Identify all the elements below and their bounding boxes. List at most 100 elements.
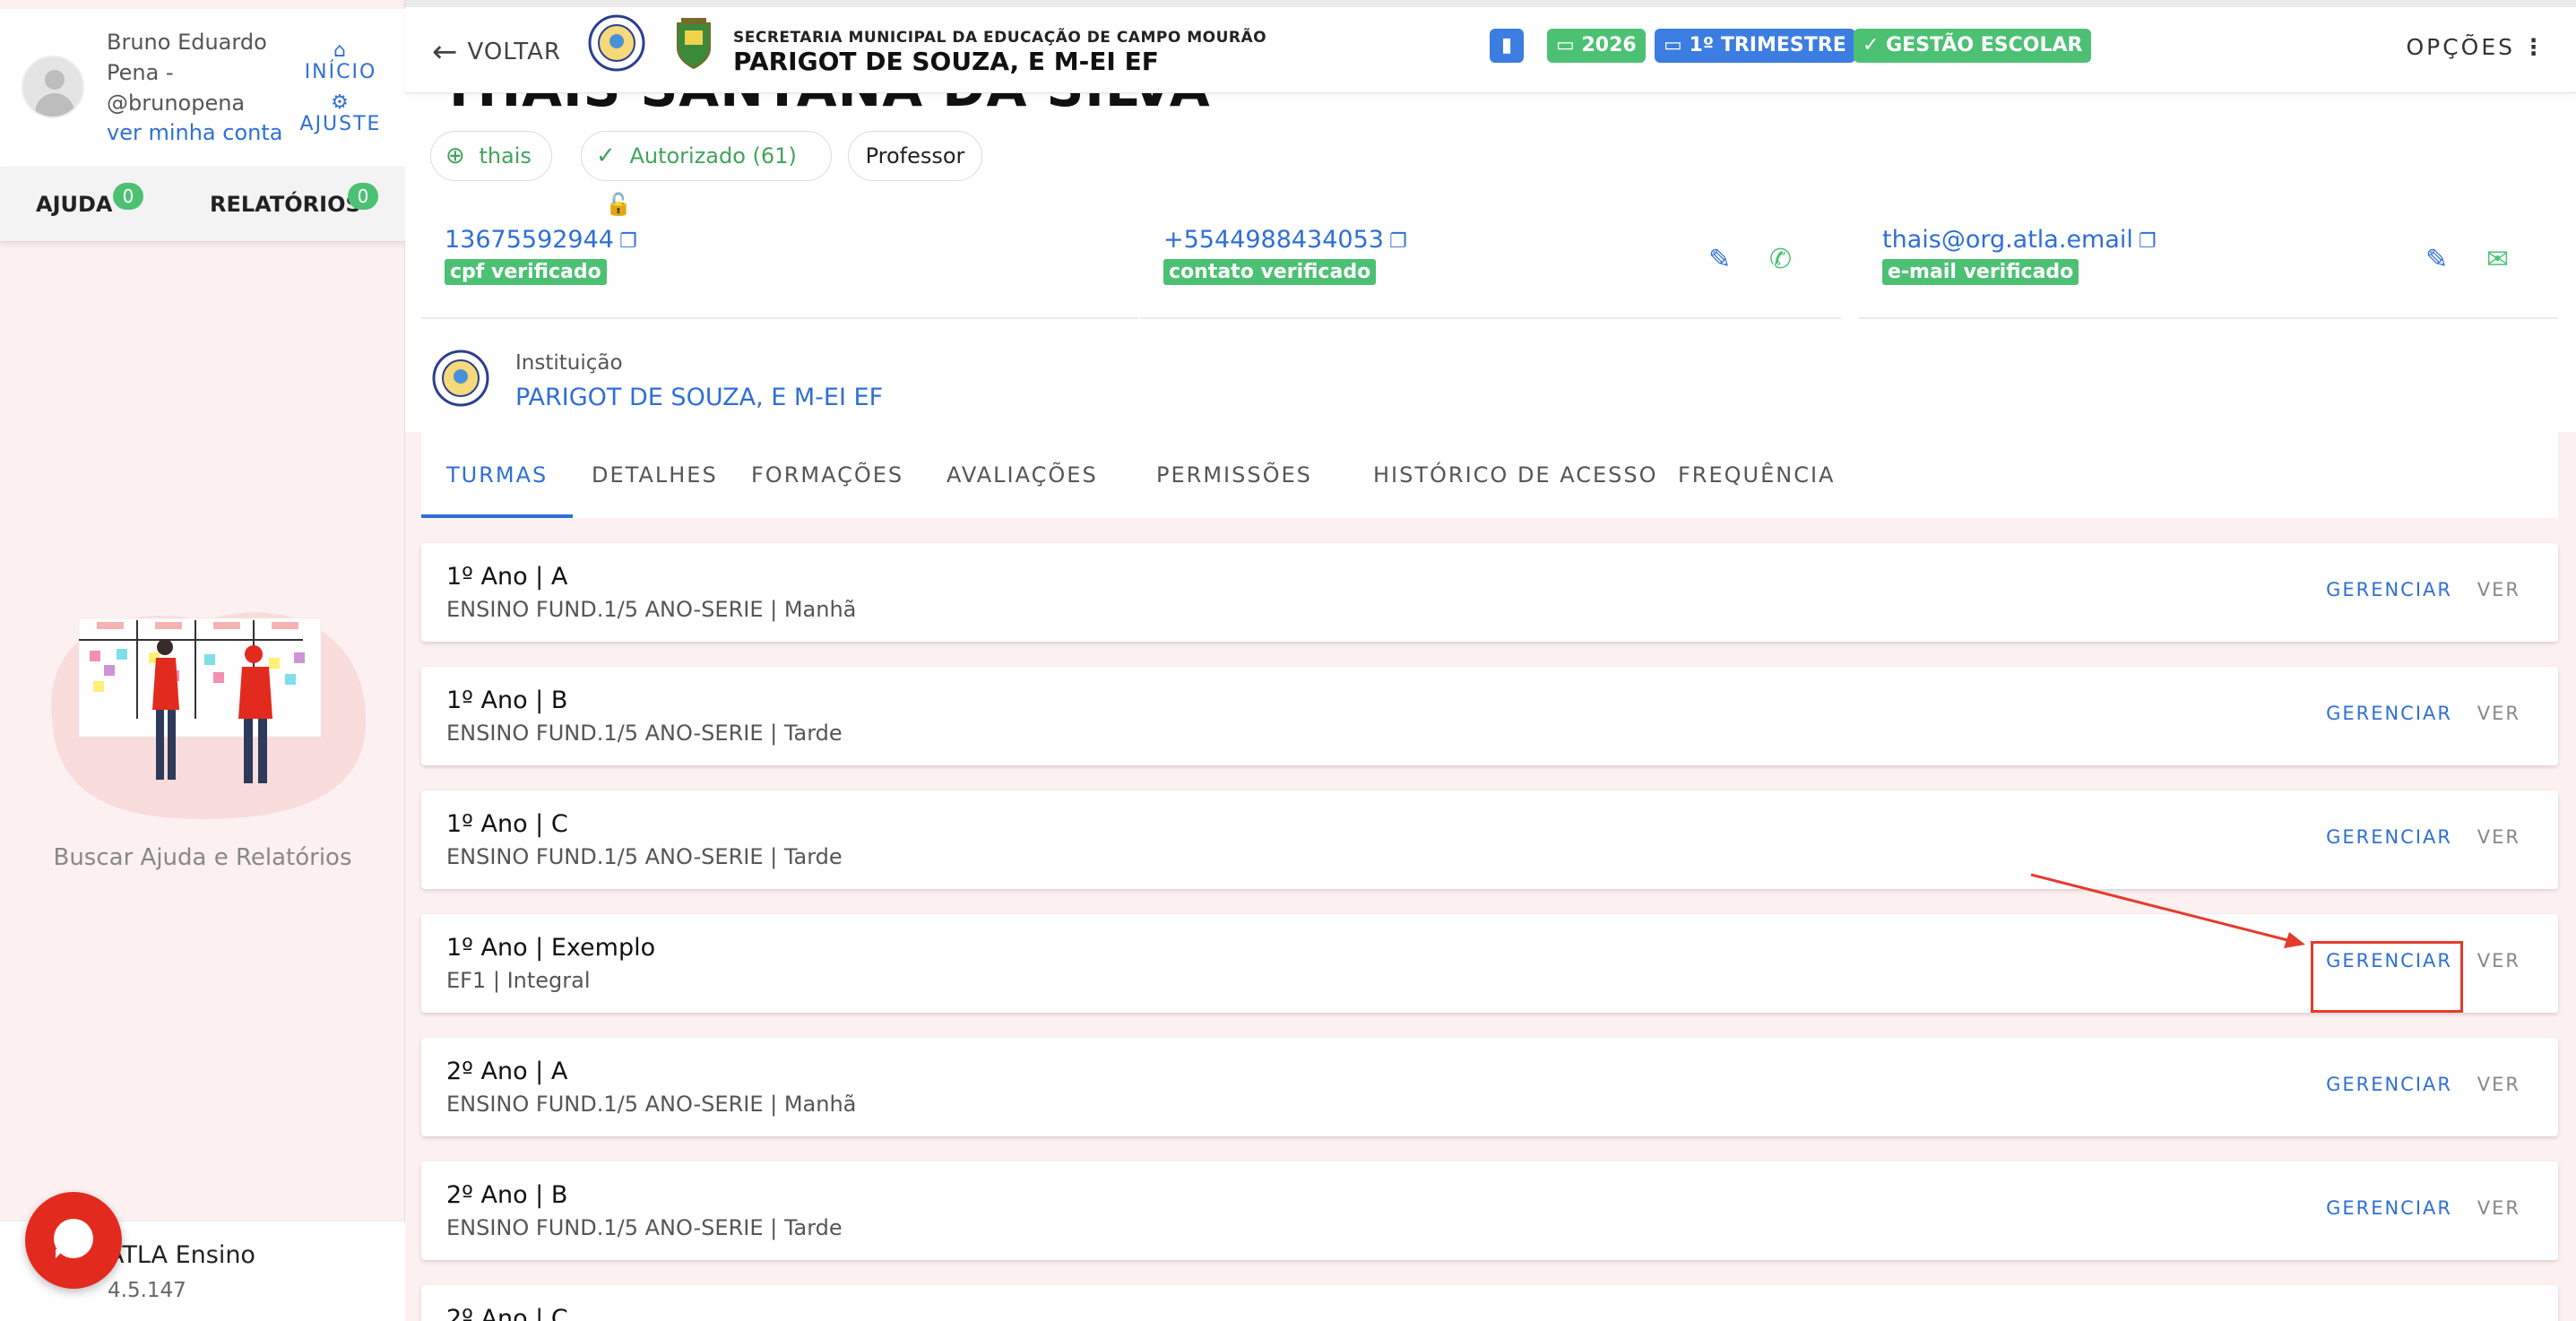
cpf-value[interactable]: 13675592944	[445, 226, 614, 254]
phone-icon[interactable]: ✆	[1769, 244, 1792, 275]
term-label: 1º TRIMESTRE	[1689, 34, 1846, 56]
view-button[interactable]: VER	[2477, 1197, 2520, 1219]
class-card: 1º Ano | C ENSINO FUND.1/5 ANO-SERIE | T…	[421, 790, 2558, 889]
institution-label: Instituição	[515, 351, 623, 375]
phone-value[interactable]: +5544988434053	[1163, 226, 1384, 254]
divider	[1140, 317, 1841, 319]
class-card: 2º Ano | A ENSINO FUND.1/5 ANO-SERIE | M…	[421, 1038, 2558, 1136]
edit-phone-icon[interactable]: ✎	[1708, 244, 1731, 275]
reports-count-badge: 0	[348, 183, 378, 210]
calendar-icon: ▭	[1556, 34, 1575, 56]
org-subtitle: SECRETARIA MUNICIPAL DA EDUCAÇÃO DE CAMP…	[733, 29, 1267, 47]
manage-button[interactable]: GERENCIAR	[2326, 579, 2452, 600]
tab-detalhes[interactable]: DETALHES	[592, 432, 718, 518]
nav-settings-label: AJUSTE	[299, 113, 382, 135]
cpf-verified-badge: cpf verificado	[445, 259, 607, 285]
username-chip[interactable]: ⊕ thais	[430, 131, 552, 181]
back-button[interactable]: ← VOLTAR	[432, 34, 561, 70]
tab-historico-acesso[interactable]: HISTÓRICO DE ACESSO	[1373, 432, 1658, 518]
calendar-icon: ▭	[1664, 34, 1682, 56]
copy-icon[interactable]: ❐	[1389, 230, 1407, 253]
tab-help-label: AJUDA	[36, 192, 113, 217]
options-menu-button[interactable]: OPÇÕES ⋮	[2406, 34, 2547, 60]
tab-avaliacoes[interactable]: AVALIAÇÕES	[947, 432, 1098, 518]
chart-icon: ▮	[1500, 34, 1513, 56]
edit-email-icon[interactable]: ✎	[2425, 244, 2448, 275]
avatar[interactable]	[22, 56, 84, 118]
help-search-text: Buscar Ajuda e Relatórios	[53, 844, 352, 871]
globe-icon: ⊕	[445, 142, 465, 169]
term-pill[interactable]: ▭ 1º TRIMESTRE	[1655, 29, 1855, 63]
user-name-line2: Pena -	[107, 60, 174, 85]
phone-block: +5544988434053 ❐ contato verificado	[1163, 226, 1407, 285]
stats-pill[interactable]: ▮	[1490, 29, 1524, 63]
class-card: 1º Ano | B ENSINO FUND.1/5 ANO-SERIE | T…	[421, 667, 2558, 765]
user-name-line1: Bruno Eduardo	[107, 30, 267, 55]
cpf-block: 13675592944 ❐ cpf verificado	[445, 226, 637, 285]
copy-icon[interactable]: ❐	[619, 230, 637, 253]
check-circle-icon: ✓	[1863, 34, 1880, 56]
class-subtitle: ENSINO FUND.1/5 ANO-SERIE | Manhã	[446, 1092, 857, 1117]
home-icon: ⌂	[333, 39, 348, 62]
tab-reports[interactable]: RELATÓRIOS 0	[210, 183, 378, 217]
role-chip[interactable]: Professor	[848, 131, 982, 181]
class-title: 1º Ano | A	[446, 563, 568, 591]
options-label: OPÇÕES	[2406, 34, 2515, 60]
check-circle-icon: ✓	[596, 142, 616, 169]
manage-button[interactable]: GERENCIAR	[2326, 826, 2452, 848]
status-label: Autorizado (61)	[629, 143, 797, 168]
tab-help[interactable]: AJUDA 0	[36, 183, 143, 217]
class-subtitle: EF1 | Integral	[446, 968, 591, 993]
user-name: Bruno Eduardo Pena - @brunopena	[107, 27, 286, 118]
top-bar: ← VOLTAR SECRETARIA MUNICIPAL DA EDUCAÇÃO…	[405, 0, 2576, 93]
class-subtitle: ENSINO FUND.1/5 ANO-SERIE | Tarde	[446, 721, 843, 746]
mode-label: GESTÃO ESCOLAR	[1886, 34, 2083, 56]
manage-button[interactable]: GERENCIAR	[2326, 1197, 2452, 1219]
manage-button[interactable]: GERENCIAR	[2326, 703, 2452, 724]
manage-button[interactable]: GERENCIAR	[2326, 1074, 2452, 1095]
tab-turmas[interactable]: TURMAS	[421, 432, 574, 518]
year-label: 2026	[1581, 34, 1637, 56]
email-value[interactable]: thais@org.atla.email	[1882, 226, 2133, 254]
chat-button[interactable]	[25, 1192, 122, 1289]
view-button[interactable]: VER	[2477, 703, 2520, 724]
back-label: VOLTAR	[467, 39, 561, 65]
class-card: 1º Ano | Exemplo EF1 | Integral GERENCIA…	[421, 914, 2558, 1013]
user-panel: Bruno Eduardo Pena - @brunopena ver minh…	[0, 9, 405, 167]
copy-icon[interactable]: ❐	[2139, 230, 2157, 253]
org-title: PARIGOT DE SOUZA, E M-EI EF	[733, 47, 1159, 76]
help-count-badge: 0	[113, 183, 143, 210]
class-card: 2º Ano | B ENSINO FUND.1/5 ANO-SERIE | T…	[421, 1161, 2558, 1260]
user-handle: @brunopena	[107, 91, 246, 116]
view-button[interactable]: VER	[2477, 826, 2520, 848]
tab-frequencia[interactable]: FREQUÊNCIA	[1678, 432, 1835, 518]
avatar-body	[35, 93, 74, 117]
help-illustration	[51, 612, 367, 819]
nav-home[interactable]: ⌂ INÍCIO	[296, 39, 385, 84]
class-title: 2º Ano | A	[446, 1058, 568, 1085]
content-area: TURMAS DETALHES FORMAÇÕES AVALIAÇÕES PER…	[405, 432, 2576, 1321]
status-chip[interactable]: ✓ Autorizado (61) 🔓	[581, 131, 832, 217]
tab-reports-label: RELATÓRIOS	[210, 192, 361, 217]
tab-permissoes[interactable]: PERMISSÕES	[1156, 432, 1312, 518]
app-version: 4.5.147	[108, 1279, 186, 1302]
my-account-link[interactable]: ver minha conta	[107, 120, 282, 145]
city-coat-of-arms-icon	[677, 18, 711, 70]
class-title: 1º Ano | C	[446, 810, 568, 838]
nav-settings[interactable]: ⚙ AJUSTE	[296, 93, 385, 136]
mail-icon[interactable]: ✉	[2486, 244, 2509, 275]
view-button[interactable]: VER	[2477, 950, 2520, 971]
institution-link[interactable]: PARIGOT DE SOUZA, E M-EI EF	[515, 384, 883, 411]
view-button[interactable]: VER	[2477, 1074, 2520, 1095]
school-seal-icon	[588, 14, 645, 72]
class-subtitle: ENSINO FUND.1/5 ANO-SERIE | Manhã	[446, 597, 857, 622]
chat-bubble-icon	[54, 1219, 93, 1258]
username-label: thais	[479, 143, 532, 168]
tab-formacoes[interactable]: FORMAÇÕES	[751, 432, 903, 518]
class-subtitle: ENSINO FUND.1/5 ANO-SERIE | Tarde	[446, 1215, 843, 1240]
class-title: 2º Ano | C	[446, 1305, 568, 1321]
mode-pill[interactable]: ✓ GESTÃO ESCOLAR	[1854, 29, 2092, 63]
view-button[interactable]: VER	[2477, 579, 2520, 600]
class-subtitle: ENSINO FUND.1/5 ANO-SERIE | Tarde	[446, 844, 843, 869]
year-pill[interactable]: ▭ 2026	[1547, 29, 1646, 63]
